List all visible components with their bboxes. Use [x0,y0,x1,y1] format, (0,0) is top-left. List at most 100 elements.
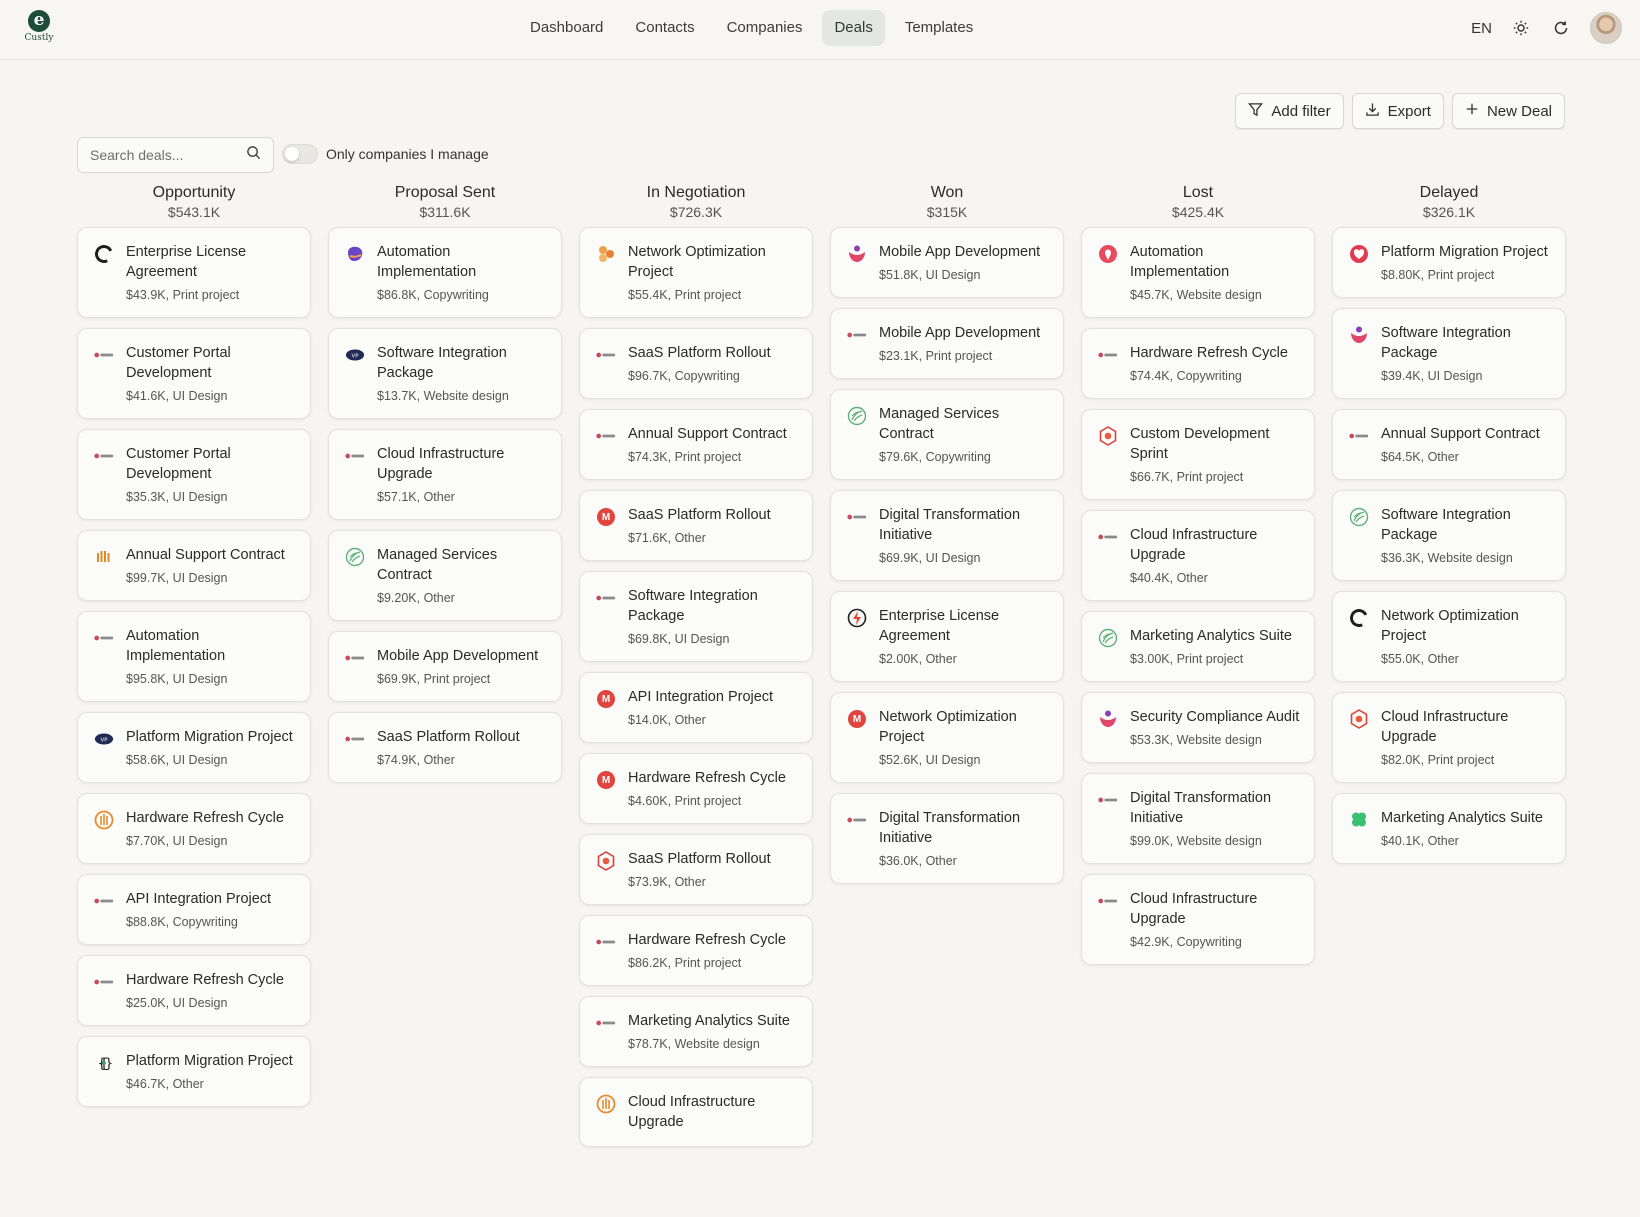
manage-filter: Only companies I manage [282,144,489,164]
deal-card[interactable]: M API Integration Project $14.0K, Other [579,672,813,743]
deal-title: Hardware Refresh Cycle [628,932,786,948]
deal-card[interactable]: Marketing Analytics Suite $3.00K, Print p… [1081,611,1315,682]
search-icon[interactable] [246,145,261,165]
deal-card[interactable]: M Network Optimization Project $52.6K, UI … [830,692,1064,783]
deal-card[interactable]: Hardware Refresh Cycle $74.4K, Copywritin… [1081,328,1315,399]
deal-card[interactable]: Mobile App Development $69.9K, Print proj… [328,631,562,702]
filter-icon [1248,102,1264,121]
theme-toggle-sun-icon[interactable] [1510,17,1532,39]
deal-card[interactable]: Digital Transformation Initiative $99.0K,… [1081,773,1315,864]
user-avatar[interactable] [1590,12,1622,44]
deal-title: Automation Implementation [1130,244,1230,280]
deal-card[interactable]: Cloud Infrastructure Upgrade $57.1K, Othe… [328,429,562,520]
deal-card[interactable]: {{} Platform Migration Project $46.7K, Oth… [77,1036,311,1107]
deal-card[interactable]: SaaS Platform Rollout $73.9K, Other [579,834,813,905]
deal-card[interactable]: Annual Support Contract $74.3K, Print pro… [579,409,813,480]
deal-card[interactable]: Managed Services Contract $79.6K, Copywri… [830,389,1064,480]
deal-card[interactable]: Custom Development Sprint $66.7K, Print p… [1081,409,1315,500]
deal-card[interactable]: Hardware Refresh Cycle $7.70K, UI Design [77,793,311,864]
people-logo-icon [847,244,867,264]
column-title: Delayed [1419,184,1479,201]
nav-contacts[interactable]: Contacts [623,10,706,46]
red-m-logo-icon: M [596,689,616,709]
deal-card[interactable]: Software Integration Package $36.3K, Webs… [1332,490,1566,581]
deal-meta: $66.7K, Print project [1130,470,1244,484]
nav-templates[interactable]: Templates [893,10,985,46]
deal-meta: $23.1K, Print project [879,349,993,363]
logo-text: Custly [24,33,54,43]
deal-card[interactable]: Cloud Infrastructure Upgrade $82.0K, Prin… [1332,692,1566,783]
deal-card[interactable]: Managed Services Contract $9.20K, Other [328,530,562,621]
deal-meta: $3.00K, Print project [1130,652,1244,666]
deal-title: Digital Transformation Initiative [879,810,1021,846]
deal-meta: $42.9K, Copywriting [1130,935,1242,949]
deal-card[interactable]: Digital Transformation Initiative $69.9K,… [830,490,1064,581]
new-deal-button[interactable]: New Deal [1451,93,1565,129]
export-button[interactable]: Export [1351,93,1444,129]
deal-meta: $71.6K, Other [628,531,706,545]
manage-toggle[interactable] [282,144,318,164]
column-total: $543.1K [167,204,221,220]
deal-card[interactable]: Marketing Analytics Suite $40.1K, Other [1332,793,1566,864]
nav-companies[interactable]: Companies [715,10,815,46]
language-selector[interactable]: EN [1471,20,1492,37]
deal-card[interactable]: Automation Implementation $95.8K, UI Desi… [77,611,311,702]
deal-card[interactable]: Software Integration Package $69.8K, UI D… [579,571,813,662]
deal-title: Network Optimization Project [879,709,1017,745]
deal-card[interactable]: Automation Implementation $45.7K, Website… [1081,227,1315,318]
add-filter-button[interactable]: Add filter [1235,93,1344,129]
deal-card[interactable]: M Hardware Refresh Cycle $4.60K, Print pro… [579,753,813,824]
deal-card[interactable]: Hardware Refresh Cycle $25.0K, UI Design [77,955,311,1026]
deal-card[interactable]: SaaS Platform Rollout $96.7K, Copywriting [579,328,813,399]
deal-card[interactable]: API Integration Project $88.8K, Copywriti… [77,874,311,945]
deal-card[interactable]: Automation Implementation $86.8K, Copywri… [328,227,562,318]
column-title: Opportunity [152,184,236,201]
deal-card[interactable]: Annual Support Contract $64.5K, Other [1332,409,1566,480]
column-title: Lost [1182,184,1214,201]
card-list: Enterprise License Agreement $43.9K, Prin… [77,227,311,1107]
column-header: Won $315K [830,183,1064,227]
deal-card[interactable]: Platform Migration Project $8.80K, Print … [1332,227,1566,298]
deal-card[interactable]: Network Optimization Project $55.0K, Othe… [1332,591,1566,682]
deal-title: Mobile App Development [879,244,1041,260]
search-input[interactable] [90,147,240,163]
app-logo[interactable]: e Custly [24,10,54,43]
deal-card[interactable]: Software Integration Package $39.4K, UI D… [1332,308,1566,399]
deal-meta: $73.9K, Other [628,875,706,889]
nav-deals[interactable]: Deals [822,10,885,46]
deal-card[interactable]: Customer Portal Development $35.3K, UI De… [77,429,311,520]
deal-meta: $39.4K, UI Design [1381,369,1483,383]
deal-card[interactable]: Cloud Infrastructure Upgrade [579,1077,813,1147]
deal-card[interactable]: Mobile App Development $51.8K, UI Design [830,227,1064,298]
deal-title: Enterprise License Agreement [879,608,1000,644]
deal-card[interactable]: Cloud Infrastructure Upgrade $42.9K, Copy… [1081,874,1315,965]
deal-card[interactable]: VP Platform Migration Project $58.6K, UI D… [77,712,311,783]
deal-card[interactable]: Marketing Analytics Suite $78.7K, Website… [579,996,813,1067]
deal-card[interactable]: Security Compliance Audit $53.3K, Website… [1081,692,1315,763]
column-header: Lost $425.4K [1081,183,1315,227]
deal-card[interactable]: Enterprise License Agreement $43.9K, Prin… [77,227,311,318]
deal-card[interactable]: SaaS Platform Rollout $74.9K, Other [328,712,562,783]
svg-text:}: } [105,1056,113,1072]
deal-card[interactable]: Mobile App Development $23.1K, Print proj… [830,308,1064,379]
nav-dashboard[interactable]: Dashboard [518,10,615,46]
deal-card[interactable]: Cloud Infrastructure Upgrade $40.4K, Othe… [1081,510,1315,601]
column-title: Proposal Sent [394,184,496,201]
deal-card[interactable]: M SaaS Platform Rollout $71.6K, Other [579,490,813,561]
deal-card[interactable]: Hardware Refresh Cycle $86.2K, Print proj… [579,915,813,986]
wordmark-logo-icon [596,588,616,608]
deal-title: Customer Portal Development [126,446,231,482]
refresh-icon[interactable] [1550,17,1572,39]
deal-card[interactable]: Enterprise License Agreement $2.00K, Othe… [830,591,1064,682]
deal-card[interactable]: VP Software Integration Package $13.7K, We… [328,328,562,419]
deal-title: Annual Support Contract [126,547,285,563]
deal-card[interactable]: Network Optimization Project $55.4K, Prin… [579,227,813,318]
deal-card[interactable]: Digital Transformation Initiative $36.0K,… [830,793,1064,884]
deal-title: Mobile App Development [879,325,1041,341]
wordmark-logo-icon [1098,527,1118,547]
deal-card[interactable]: Customer Portal Development $41.6K, UI De… [77,328,311,419]
deal-title: Custom Development Sprint [1130,426,1270,462]
deal-meta: $78.7K, Website design [628,1037,760,1051]
deal-title: SaaS Platform Rollout [628,345,771,361]
deal-card[interactable]: Annual Support Contract $99.7K, UI Design [77,530,311,601]
